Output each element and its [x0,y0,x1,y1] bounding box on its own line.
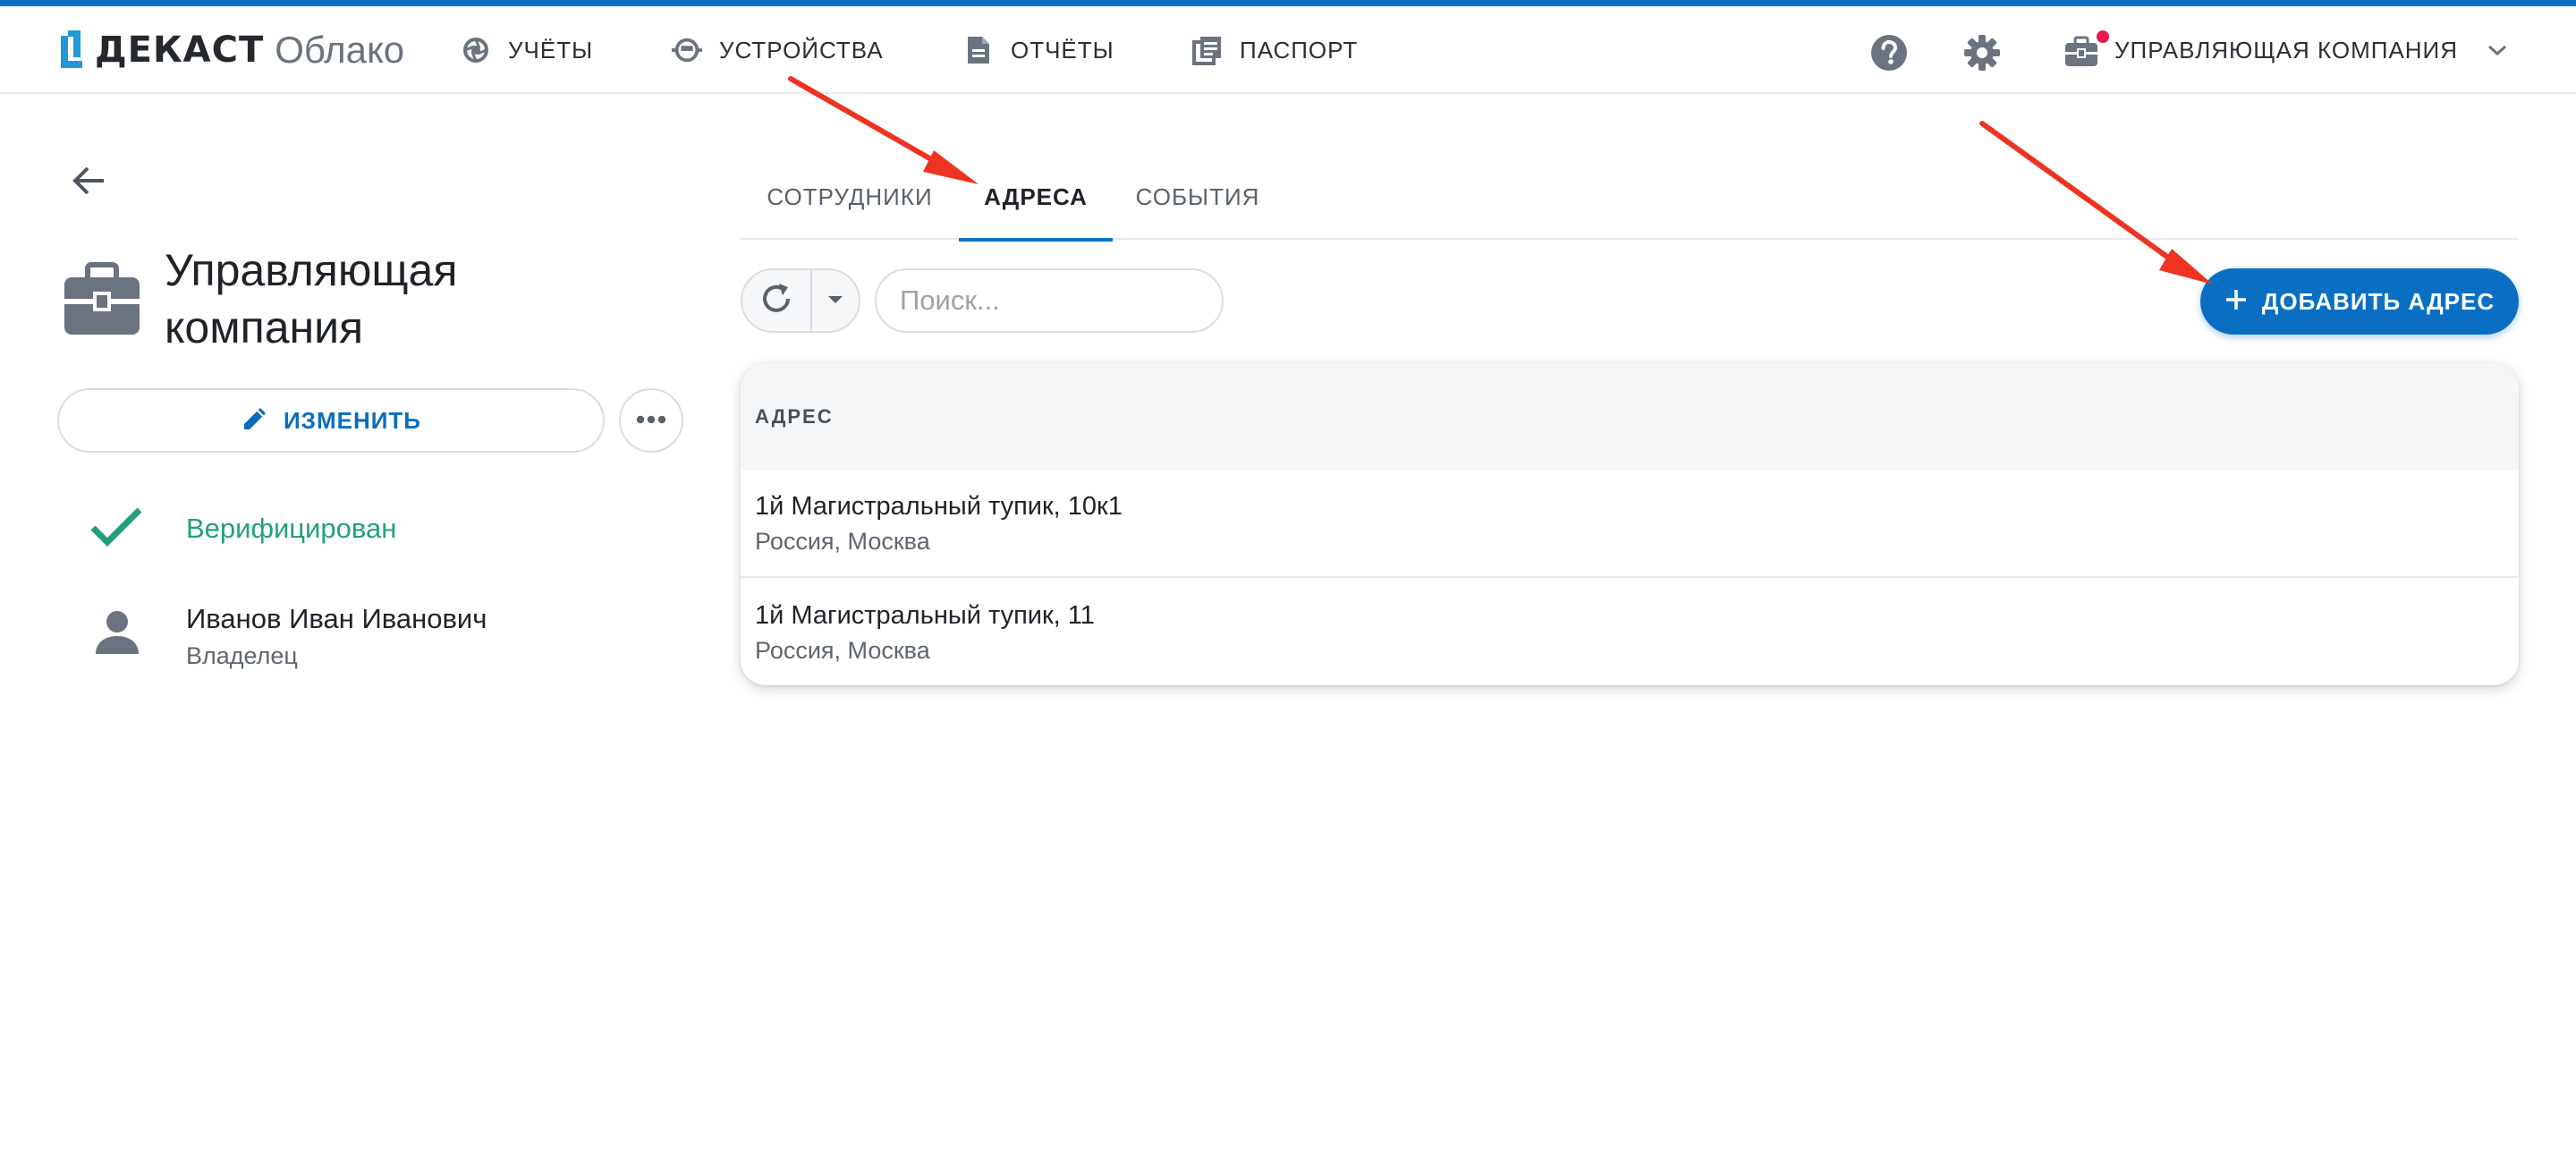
chevron-down-icon [2485,38,2510,63]
briefcase-icon [2064,30,2109,68]
notification-dot [2097,30,2109,43]
nav-item-label: ПАСПОРТ [1240,36,1359,64]
passport-book-icon [1191,34,1224,66]
page-title: Управляющая компания [165,245,458,352]
nav-item-label: УЧЁТЫ [508,36,594,64]
logo-brand-text: ДЕКАСТ [95,30,265,71]
aperture-icon [460,34,492,66]
caret-down-icon [827,293,843,309]
nav-item-devices[interactable]: УСТРОЙСТВА [671,26,884,74]
pencil-icon [241,404,269,437]
top-accent-bar [0,0,2576,6]
owner-role: Владелец [186,642,298,669]
edit-button[interactable]: ИЗМЕНИТЬ [57,388,605,453]
nav-item-label: УСТРОЙСТВА [719,36,884,64]
gear-icon[interactable] [1962,33,2002,72]
company-menu-label: УПРАВЛЯЮЩАЯ КОМПАНИЯ [2114,36,2459,64]
back-arrow-icon[interactable] [70,161,109,200]
logo-mark-icon [59,29,86,72]
address-title: 1й Магистральный тупик, 11 [755,601,1095,630]
briefcase-icon [63,259,141,338]
help-icon[interactable] [1869,33,1909,72]
addresses-table: АДРЕС 1й Магистральный тупик, 10к1 Росси… [741,363,2519,685]
more-options-button[interactable] [619,388,683,453]
tab-label: СОТРУДНИКИ [767,183,933,210]
add-address-button[interactable]: ДОБАВИТЬ АДРЕС [2200,268,2519,335]
tab-bar: СОТРУДНИКИ АДРЕСА СОБЫТИЯ [741,154,2519,242]
edit-button-label: ИЗМЕНИТЬ [283,406,421,434]
nav-item-label: ОТЧЁТЫ [1011,36,1114,64]
refresh-options-dropdown[interactable] [812,270,859,331]
tab-addresses[interactable]: АДРЕСА [959,154,1113,242]
check-icon [89,506,143,552]
table-header: АДРЕС [741,363,2519,471]
logo-product-text: Облако [275,29,405,71]
address-subtitle: Россия, Москва [755,637,930,664]
verification-status: Верифицирован [89,499,396,558]
refresh-button-group [741,268,860,333]
tab-label: СОБЫТИЯ [1135,183,1260,210]
address-subtitle: Россия, Москва [755,528,930,555]
verification-status-label: Верифицирован [186,513,397,544]
table-row[interactable]: 1й Магистральный тупик, 11 Россия, Москв… [741,580,2519,685]
app-header: ДЕКАСТ Облако УЧЁТЫ УСТРОЙСТВА ОТЧЁТЫ ПА… [0,6,2576,94]
tab-employees[interactable]: СОТРУДНИКИ [741,154,959,240]
meter-device-icon [671,34,703,66]
tab-events[interactable]: СОБЫТИЯ [1113,154,1283,240]
nav-item-accounting[interactable]: УЧЁТЫ [460,26,593,74]
search-input[interactable] [875,268,1224,333]
active-tab-indicator [959,238,1113,242]
column-header-address: АДРЕС [755,405,834,428]
document-icon [962,34,995,66]
owner-name: Иванов Иван Иванович [186,603,487,634]
company-menu[interactable]: УПРАВЛЯЮЩАЯ КОМПАНИЯ [2064,26,2510,74]
nav-item-passport[interactable]: ПАСПОРТ [1191,26,1358,74]
more-horizontal-icon [636,412,666,429]
address-title: 1й Магистральный тупик, 10к1 [755,492,1123,521]
nav-item-reports[interactable]: ОТЧЁТЫ [962,26,1114,74]
table-row[interactable]: 1й Магистральный тупик, 10к1 Россия, Мос… [741,471,2519,578]
add-address-button-label: ДОБАВИТЬ АДРЕС [2261,287,2496,315]
app-logo[interactable]: ДЕКАСТ Облако [59,26,404,74]
refresh-button[interactable] [742,270,812,331]
refresh-icon [759,282,793,320]
plus-icon [2224,288,2248,316]
person-icon [89,605,145,660]
tab-label: АДРЕСА [984,183,1088,210]
